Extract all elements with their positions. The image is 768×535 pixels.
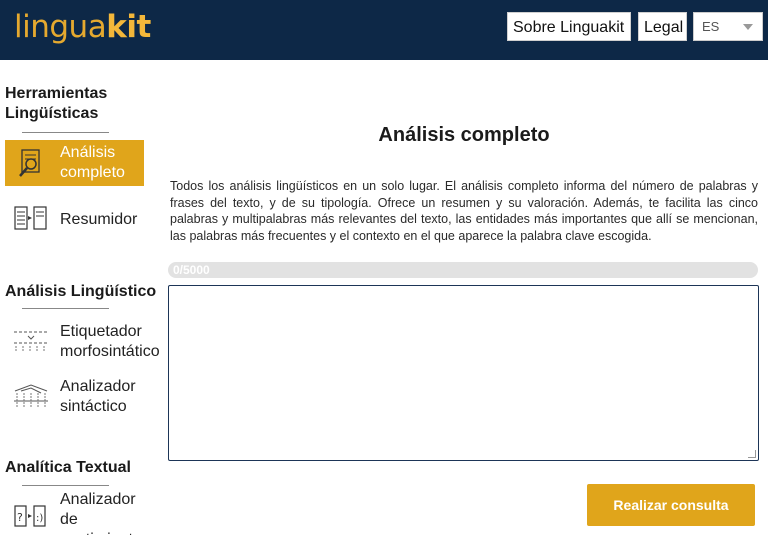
- tagger-icon: [13, 324, 49, 360]
- parse-tree-icon: [13, 379, 49, 415]
- legal-button[interactable]: Legal: [638, 12, 687, 41]
- sidebar-item-analizador-sentimiento[interactable]: ? :) Analizador de sentimiento: [5, 490, 165, 535]
- sidebar-item-label: Resumidor: [60, 211, 138, 228]
- documents-arrow-icon: [13, 202, 49, 238]
- section-divider: [22, 132, 109, 133]
- section-title-herramientas: Herramientas Lingüísticas: [5, 85, 108, 122]
- sidebar-item-label: Análisis completo: [60, 144, 125, 181]
- language-select[interactable]: ES: [693, 12, 763, 41]
- section-title-analisis-linguistico: Análisis Lingüístico: [5, 283, 157, 300]
- language-select-value: ES: [702, 19, 720, 34]
- sentiment-icon: ? :): [13, 500, 49, 535]
- top-navigation-bar: linguakit Sobre Linguakit Legal ES: [0, 0, 768, 60]
- page-title: Análisis completo: [378, 124, 550, 146]
- about-linguakit-button[interactable]: Sobre Linguakit: [507, 12, 631, 41]
- linguakit-logo[interactable]: linguakit: [14, 8, 151, 46]
- section-divider: [22, 485, 109, 486]
- sidebar-item-analizador-sintactico[interactable]: Analizador sintáctico: [5, 377, 165, 419]
- magnifier-document-icon: [13, 145, 49, 181]
- sidebar-item-analisis-completo[interactable]: Análisis completo: [5, 140, 144, 186]
- sidebar-item-etiquetador[interactable]: Etiquetador morfosintático: [5, 322, 165, 364]
- submit-query-button[interactable]: Realizar consulta: [587, 484, 755, 526]
- svg-text::): :): [36, 513, 43, 524]
- sidebar: Herramientas Lingüísticas Análisis compl…: [0, 60, 168, 535]
- chevron-down-icon: [743, 24, 753, 30]
- section-title-analitica-textual: Analítica Textual: [5, 459, 131, 476]
- character-counter-text: 0/5000: [173, 263, 210, 277]
- sidebar-item-label: Etiquetador morfosintático: [60, 323, 160, 360]
- character-counter-bar: 0/5000: [168, 262, 758, 278]
- sidebar-item-resumidor[interactable]: Resumidor: [5, 202, 165, 238]
- logo-text-lingua: lingua: [14, 9, 107, 45]
- sidebar-item-label: Analizador sintáctico: [60, 378, 136, 415]
- svg-text:?: ?: [17, 511, 23, 524]
- tool-description: Todos los análisis lingüísticos en un so…: [170, 179, 758, 243]
- section-divider: [22, 308, 109, 309]
- logo-text-kit: kit: [106, 9, 151, 45]
- text-input-area[interactable]: [168, 285, 759, 461]
- resize-handle-icon[interactable]: [748, 450, 756, 458]
- sidebar-item-label: Analizador de sentimiento: [60, 491, 142, 535]
